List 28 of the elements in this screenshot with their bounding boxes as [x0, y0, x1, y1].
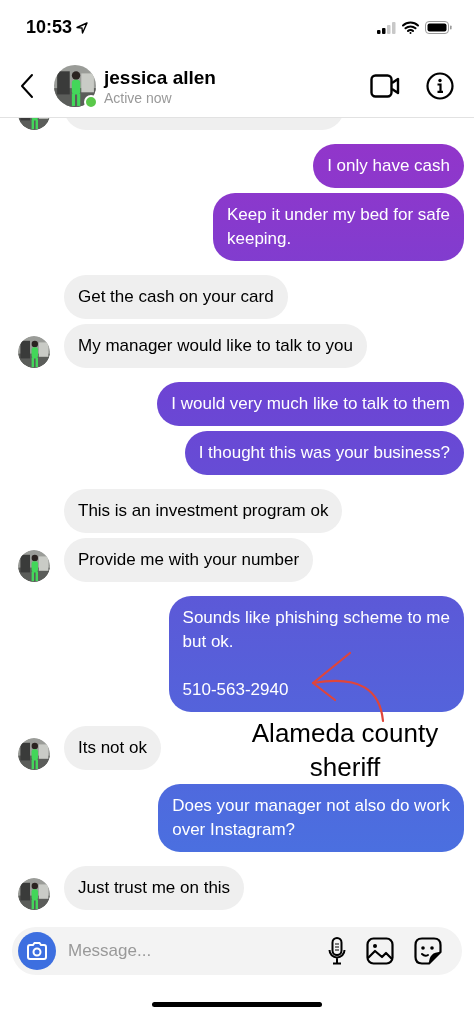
message-bubble: Just trust me on this [64, 866, 245, 910]
back-button[interactable] [20, 73, 34, 99]
message-bubble: Its not ok [64, 726, 161, 770]
battery-icon [425, 21, 452, 34]
message-bubble: I would very much like to talk to them [157, 382, 464, 426]
message-bubble: I thought this was your business? [184, 431, 464, 475]
message-bubble: My manager would like to talk to you [64, 324, 367, 368]
clock: 10:53 [26, 17, 73, 38]
message-bubble: Provide me with your number [64, 538, 314, 582]
activity-status: Active now [104, 89, 173, 106]
message-bubble: Keep it under my bed for safe keeping. [212, 193, 464, 261]
message-bubble: Does your manager not also do work over Instagram? [158, 784, 464, 852]
annotation-text: Alameda county sheriff [250, 717, 440, 784]
video-call-icon[interactable] [370, 74, 400, 98]
wifi-icon [402, 21, 419, 34]
camera-icon [26, 942, 48, 960]
message-bubble: Sounds like phishing scheme to me but ok. 510-563-2940 [168, 596, 464, 712]
message-bubble: This is an investment program ok [64, 489, 343, 533]
microphone-icon[interactable] [328, 937, 346, 965]
location-arrow-icon [76, 21, 89, 34]
info-icon[interactable] [426, 72, 454, 100]
contact-name: jessica allen [104, 66, 217, 89]
gallery-icon[interactable] [366, 937, 394, 965]
message-bubble: I only have cash [313, 144, 464, 188]
message-bubble: Get the cash on your card [64, 275, 288, 319]
signal-icon [377, 21, 396, 34]
camera-button[interactable] [18, 932, 56, 970]
sticker-icon[interactable] [414, 937, 442, 965]
